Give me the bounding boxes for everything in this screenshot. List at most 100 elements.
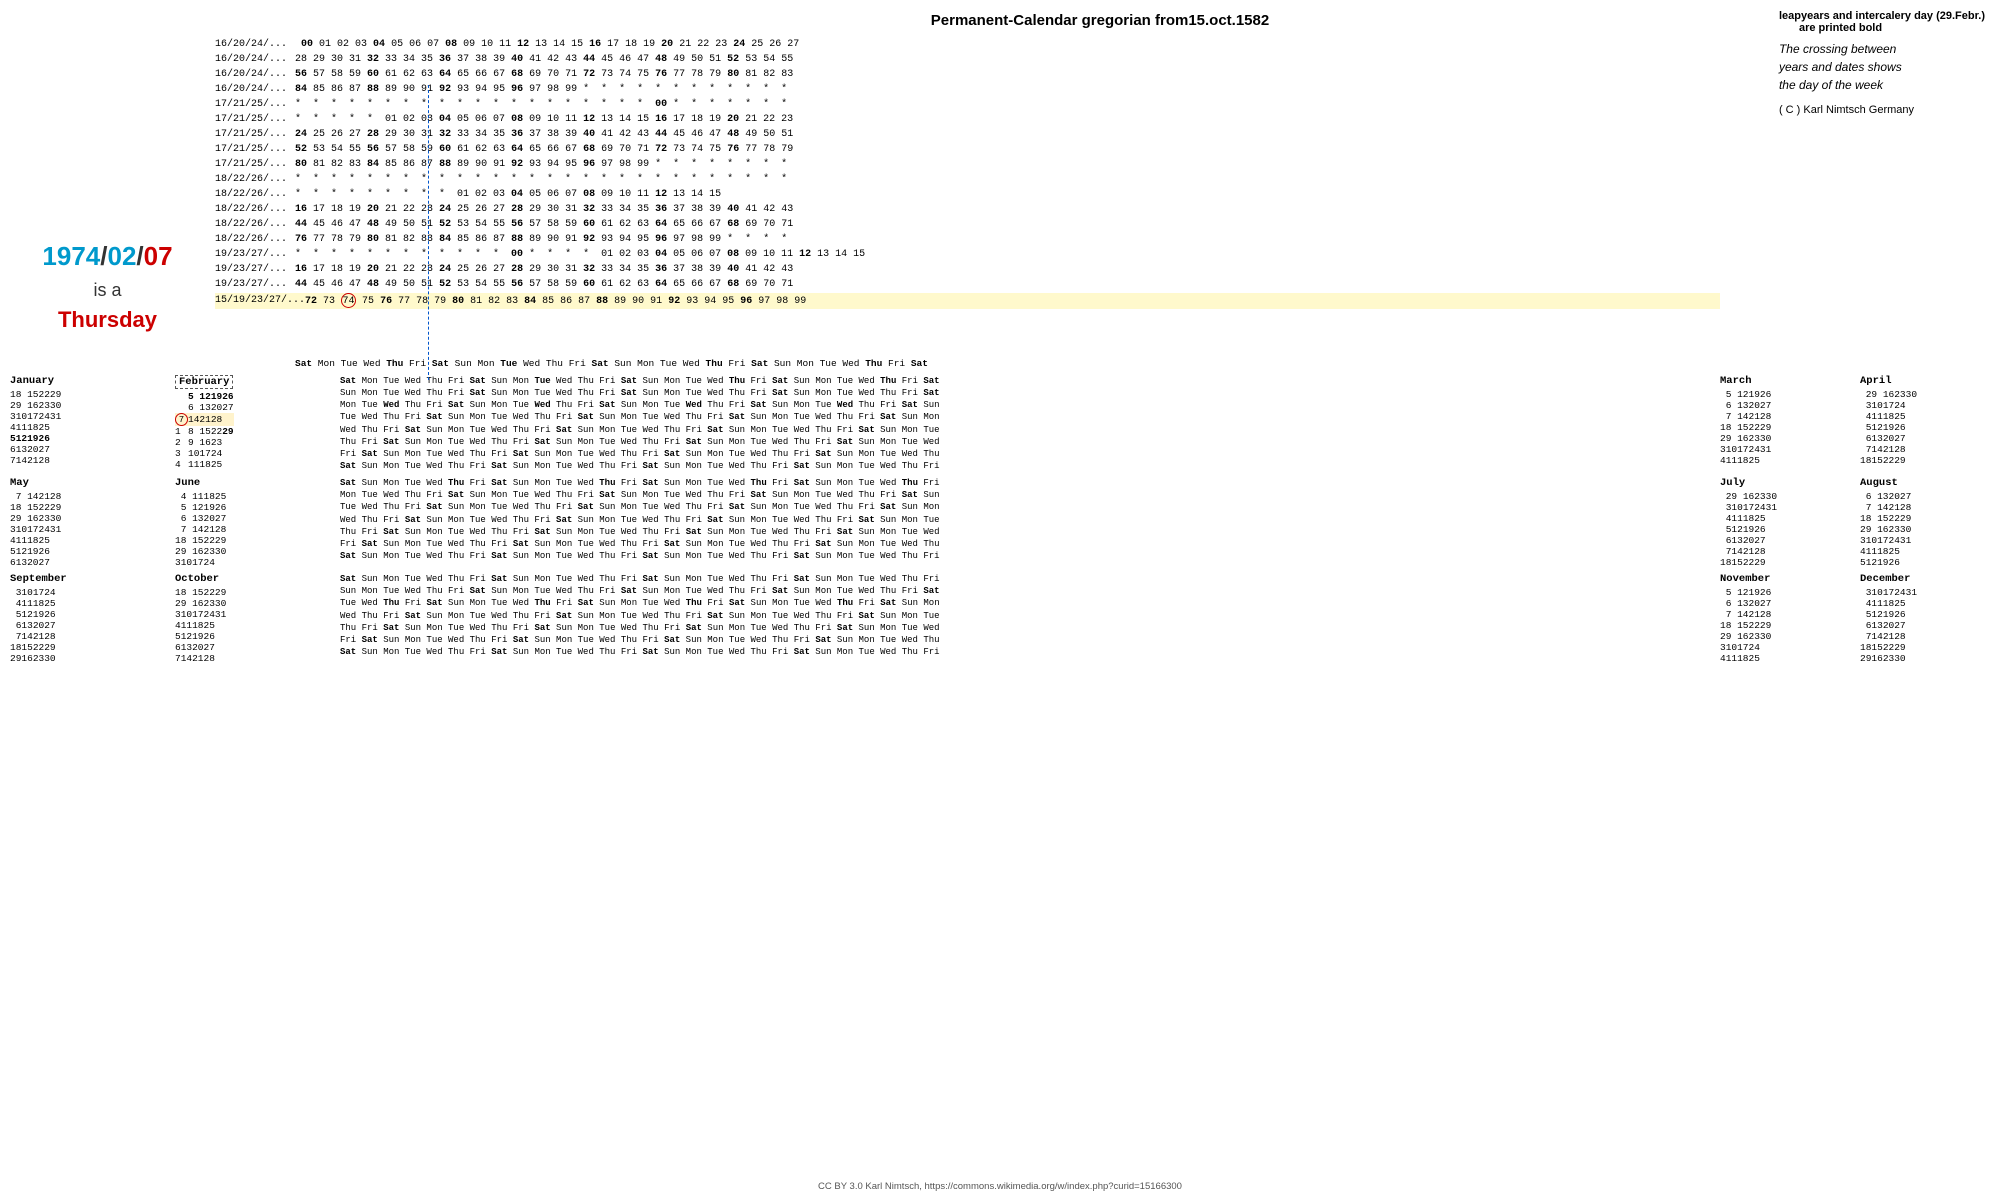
page-title: Permanent-Calendar gregorian from15.oct.… [0,12,2000,29]
num-row-17: 44 45 46 47 48 49 50 51 52 53 54 55 56 5… [295,278,793,292]
november-title: November [1720,573,1850,585]
printed-bold-note: are printed bold [1799,22,1985,34]
perm-row-5: 17/21/25/... * * * * * * * * * * * * * *… [215,98,1720,112]
dow-grid3-row-1: Sat Sun Mon Tue Wed Thu Fri Sat Sun Mon … [340,573,1710,585]
april-title: April [1860,375,1990,387]
dow-grid2-row-2: Mon Tue Wed Thu Fri Sat Sun Mon Tue Wed … [340,489,1710,501]
march-title: March [1720,375,1850,387]
november-calendar: November 5121926 6132027 7142128 1815222… [1720,573,1850,664]
year-code-15: 19/23/27/... [215,248,295,262]
perm-row-4: 16/20/24/... 84 85 86 87 88 89 90 91 92 … [215,83,1720,97]
dow-grid3-row-4: Wed Thu Fri Sat Sun Mon Tue Wed Thu Fri … [340,610,1710,622]
august-calendar: August 6132027 7142128 18152229 29162330… [1860,477,1990,568]
december-title: December [1860,573,1990,585]
dow-grid-row-7: Fri Sat Sun Mon Tue Wed Thu Fri Sat Sun … [340,448,1710,460]
dow-grid-row-6: Thu Fri Sat Sun Mon Tue Wed Thu Fri Sat … [340,436,1710,448]
may-table: 7142128 18152229 29162330 310172431 4111… [10,491,61,568]
perm-row-3: 16/20/24/... 56 57 58 59 60 61 62 63 64 … [215,68,1720,82]
num-row-10: * * * * * * * * * * * * * * * * * * * * … [295,173,787,187]
num-row-13: 44 45 46 47 48 49 50 51 52 53 54 55 56 5… [295,218,793,232]
year-code-17: 19/23/27/... [215,278,295,292]
dow-grid3-row-3: Tue Wed Thu Fri Sat Sun Mon Tue Wed Thu … [340,597,1710,609]
dow-grid2-row-3: Tue Wed Thu Fri Sat Sun Mon Tue Wed Thu … [340,501,1710,513]
year-code-2: 16/20/24/... [215,53,295,67]
num-row-8: 52 53 54 55 56 57 58 59 60 61 62 63 64 6… [295,143,793,157]
october-table: 18152229 29162330 310172431 4111825 5121… [175,587,226,664]
january-table: 18152229 29162330 310172431 4111825 5121… [10,389,61,466]
dow-grid-row-8: Sat Sun Mon Tue Wed Thu Fri Sat Sun Mon … [340,460,1710,472]
april-calendar: April 29162330 3101724 4111825 5121926 6… [1860,375,1990,472]
num-row-12: 16 17 18 19 20 21 22 23 24 25 26 27 28 2… [295,203,793,217]
year-code-8: 17/21/25/... [215,143,295,157]
perm-row-16: 19/23/27/... 16 17 18 19 20 21 22 23 24 … [215,263,1720,277]
num-row-2: 28 29 30 31 32 33 34 35 36 37 38 39 40 4… [295,53,793,67]
year-code-1: 16/20/24/... [215,38,295,52]
july-calendar: July 29162330 310172431 4111825 5121926 … [1720,477,1850,568]
crossing-note: The crossing betweenyears and dates show… [1779,40,1985,94]
date-display: 1974/02/07 is a Thursday [15,240,200,333]
year-code-10: 18/22/26/... [215,173,295,187]
may-calendar: May 7142128 18152229 29162330 310172431 … [10,477,165,568]
perm-row-8: 17/21/25/... 52 53 54 55 56 57 58 59 60 … [215,143,1720,157]
num-row-3: 56 57 58 59 60 61 62 63 64 65 66 67 68 6… [295,68,793,82]
july-title: July [1720,477,1850,489]
dow-grid3-row-6: Fri Sat Sun Mon Tue Wed Thu Fri Sat Sun … [340,634,1710,646]
perm-row-2: 16/20/24/... 28 29 30 31 32 33 34 35 36 … [215,53,1720,67]
dow-grid-row-5: Wed Thu Fri Sat Sun Mon Tue Wed Thu Fri … [340,424,1710,436]
dow-grid-row-3: Mon Tue Wed Thu Fri Sat Sun Mon Tue Wed … [340,399,1710,411]
central-dow-grid: Sat Mon Tue Wed Thu Fri Sat Sun Mon Tue … [340,375,1710,472]
october-calendar: October 18152229 29162330 310172431 4111… [175,573,330,664]
month-row-3: September 3101724 4111825 5121926 613202… [10,573,1990,664]
april-table: 29162330 3101724 4111825 5121926 6132027… [1860,389,1917,466]
november-table: 5121926 6132027 7142128 18152229 2916233… [1720,587,1771,664]
num-row-4: 84 85 86 87 88 89 90 91 92 93 94 95 96 9… [295,83,787,97]
footer: CC BY 3.0 Karl Nimtsch, https://commons.… [0,1181,2000,1192]
dow-header: Sat Mon Tue Wed Thu Fri Sat Sun Mon Tue … [295,358,928,370]
december-calendar: December 310172431 4111825 5121926 61320… [1860,573,1990,664]
month-row-2: May 7142128 18152229 29162330 310172431 … [10,477,1990,568]
sep1: / [100,241,107,271]
october-title: October [175,573,330,585]
perm-row-1: 16/20/24/... 00 01 02 03 04 05 06 07 08 … [215,38,1720,52]
year-code-18: 15/19/23/27/... [215,294,305,308]
january-calendar: January 18152229 29162330 310172431 4111… [10,375,165,472]
perm-row-18: 15/19/23/27/... 72 73 74 75 76 77 78 79 … [215,293,1720,309]
dow-grid2-row-4: Wed Thu Fri Sat Sun Mon Tue Wed Thu Fri … [340,514,1710,526]
june-table: 4111825 5121926 6132027 7142128 18152229… [175,491,226,568]
may-title: May [10,477,165,489]
february-title: February [175,375,233,389]
june-title: June [175,477,330,489]
dow-grid2-row-6: Fri Sat Sun Mon Tue Wed Thu Fri Sat Sun … [340,538,1710,550]
perm-row-11: 18/22/26/... * * * * * * * * * 01 02 03 … [215,188,1720,202]
dow-grid-row-1: Sat Mon Tue Wed Thu Fri Sat Sun Mon Tue … [340,375,1710,387]
num-row-18: 72 73 74 75 76 77 78 79 80 81 82 83 84 8… [305,293,806,309]
layout: Permanent-Calendar gregorian from15.oct.… [0,0,2000,1200]
perm-row-7: 17/21/25/... 24 25 26 27 28 29 30 31 32 … [215,128,1720,142]
num-row-7: 24 25 26 27 28 29 30 31 32 33 34 35 36 3… [295,128,793,142]
year-code-9: 17/21/25/... [215,158,295,172]
year-code-4: 16/20/24/... [215,83,295,97]
permanent-calendar: 16/20/24/... 00 01 02 03 04 05 06 07 08 … [215,38,1720,310]
july-table: 29162330 310172431 4111825 5121926 61320… [1720,491,1777,568]
central-dow-grid-3: Sat Sun Mon Tue Wed Thu Fri Sat Sun Mon … [340,573,1710,664]
march-table: 5121926 6132027 7142128 18152229 2916233… [1720,389,1771,466]
perm-row-9: 17/21/25/... 80 81 82 83 84 85 86 87 88 … [215,158,1720,172]
date-day: 07 [144,241,173,271]
date-line: 1974/02/07 [15,240,200,274]
dow-grid2-row-5: Thu Fri Sat Sun Mon Tue Wed Thu Fri Sat … [340,526,1710,538]
perm-row-10: 18/22/26/... * * * * * * * * * * * * * *… [215,173,1720,187]
num-row-6: * * * * * 01 02 03 04 05 06 07 08 09 10 … [295,113,793,127]
month-row-1: January 18152229 29162330 310172431 4111… [10,375,1990,472]
num-row-15: * * * * * * * * * * * * 00 * * * * 01 02… [295,248,865,262]
sep2: / [136,241,143,271]
year-code-13: 18/22/26/... [215,218,295,232]
perm-row-14: 18/22/26/... 76 77 78 79 80 81 82 83 84 … [215,233,1720,247]
is-a-label: is a [15,280,200,301]
num-row-5: * * * * * * * * * * * * * * * * * * * * … [295,98,787,112]
year-code-16: 19/23/27/... [215,263,295,277]
january-title: January [10,375,165,387]
perm-row-15: 19/23/27/... * * * * * * * * * * * * 00 … [215,248,1720,262]
year-code-12: 18/22/26/... [215,203,295,217]
march-calendar: March 5121926 6132027 7142128 18152229 2… [1720,375,1850,472]
top-right-notes: leapyears and intercalery day (29.Febr.)… [1779,10,1985,116]
